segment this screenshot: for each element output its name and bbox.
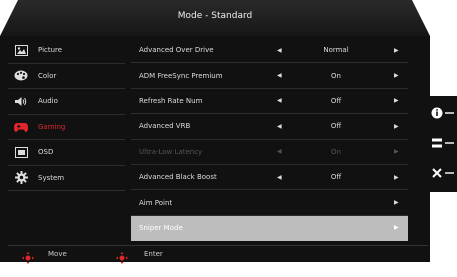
picture-icon [14,44,28,56]
setting-row-sniper-mode[interactable]: Sniper Mode ▶ [131,215,408,242]
setting-value: On [331,147,341,156]
footer-hints: Move Enter [0,247,430,264]
sidebar-item-osd[interactable]: OSD [8,140,125,166]
arrow-left-icon: ◀ [277,148,282,156]
osd-menu: Mode - Standard Picture Color Audio Gami… [0,0,430,264]
sidebar-item-label: Audio [38,97,58,106]
setting-row-advanced-black-boost[interactable]: Advanced Black Boost ◀ Off ▶ [131,165,408,191]
sidebar-item-color[interactable]: Color [8,64,125,89]
setting-row-adm-freesync-premium[interactable]: ADM FreeSync Premium ◀ On ▶ [131,63,408,89]
arrow-left-icon[interactable]: ◀ [277,123,282,130]
setting-row-aim-point[interactable]: Aim Point ▶ [131,190,408,216]
arrow-right-icon[interactable]: ▶ [394,72,399,79]
setting-row-advanced-over-drive[interactable]: Advanced Over Drive ◀ Normal ▶ [131,38,408,64]
close-icon [430,165,457,184]
title-bar: Mode - Standard [0,0,430,36]
sidebar-item-label: Gaming [38,122,66,131]
page-title: Mode - Standard [177,11,253,21]
enter-hint-label: Enter [144,250,163,258]
arrow-left-icon[interactable]: ◀ [277,174,282,181]
osd-icon [14,146,28,158]
sidebar-item-label: OSD [38,148,54,157]
setting-label: Advanced VRB [139,122,191,131]
arrow-right-icon[interactable]: ▶ [394,174,399,181]
setting-label: Sniper Mode [139,223,183,232]
sidebar-item-audio[interactable]: Audio [8,89,125,115]
setting-label: Ultra-Low Latency [139,147,203,156]
arrow-right-icon[interactable]: ▶ [394,199,399,206]
sidebar: Picture Color Audio Gaming OSD System [8,38,125,191]
setting-label: Aim Point [139,198,173,207]
speaker-icon [14,95,28,107]
settings-list: Advanced Over Drive ◀ Normal ▶ ADM FreeS… [131,38,408,242]
setting-value: Off [330,122,342,131]
setting-label: ADM FreeSync Premium [139,71,223,80]
divider [8,245,428,246]
sidebar-item-label: Picture [38,46,63,55]
setting-row-advanced-vrb[interactable]: Advanced VRB ◀ Off ▶ [131,114,408,140]
info-button[interactable] [430,102,457,126]
move-hint-label: Move [48,250,67,258]
hotkey-panel [430,96,457,192]
arrow-right-icon[interactable]: ▶ [394,97,399,104]
arrow-right-icon[interactable]: ▶ [394,47,399,54]
setting-row-ultra-low-latency: Ultra-Low Latency ◀ On ▶ [131,140,408,165]
sidebar-item-system[interactable]: System [8,166,125,191]
gear-icon [14,171,28,185]
arrow-right-icon[interactable]: ▶ [394,224,399,231]
setting-value: Normal [323,46,349,55]
sidebar-item-picture[interactable]: Picture [8,38,125,64]
menu-icon [430,135,457,154]
close-button[interactable] [430,162,457,186]
arrow-right-icon: ▶ [394,148,399,156]
color-palette-icon [14,70,28,82]
sidebar-item-gaming[interactable]: Gaming [8,115,125,140]
setting-label: Advanced Black Boost [139,173,217,182]
info-icon [430,105,457,124]
sidebar-item-label: Color [38,71,57,80]
setting-label: Advanced Over Drive [139,46,214,55]
joystick-move-icon [22,249,34,264]
menu-button[interactable] [430,132,457,156]
setting-row-refresh-rate-num[interactable]: Refresh Rate Num ◀ Off ▶ [131,89,408,115]
arrow-left-icon[interactable]: ◀ [277,72,282,79]
setting-value: Off [330,96,342,105]
arrow-left-icon[interactable]: ◀ [277,97,282,104]
sidebar-item-label: System [38,173,65,182]
joystick-enter-icon [116,249,128,264]
setting-label: Refresh Rate Num [139,96,203,105]
arrow-left-icon[interactable]: ◀ [277,47,282,54]
gamepad-icon [14,121,28,133]
setting-value: On [331,71,341,80]
setting-value: Off [330,173,342,182]
arrow-right-icon[interactable]: ▶ [394,123,399,130]
